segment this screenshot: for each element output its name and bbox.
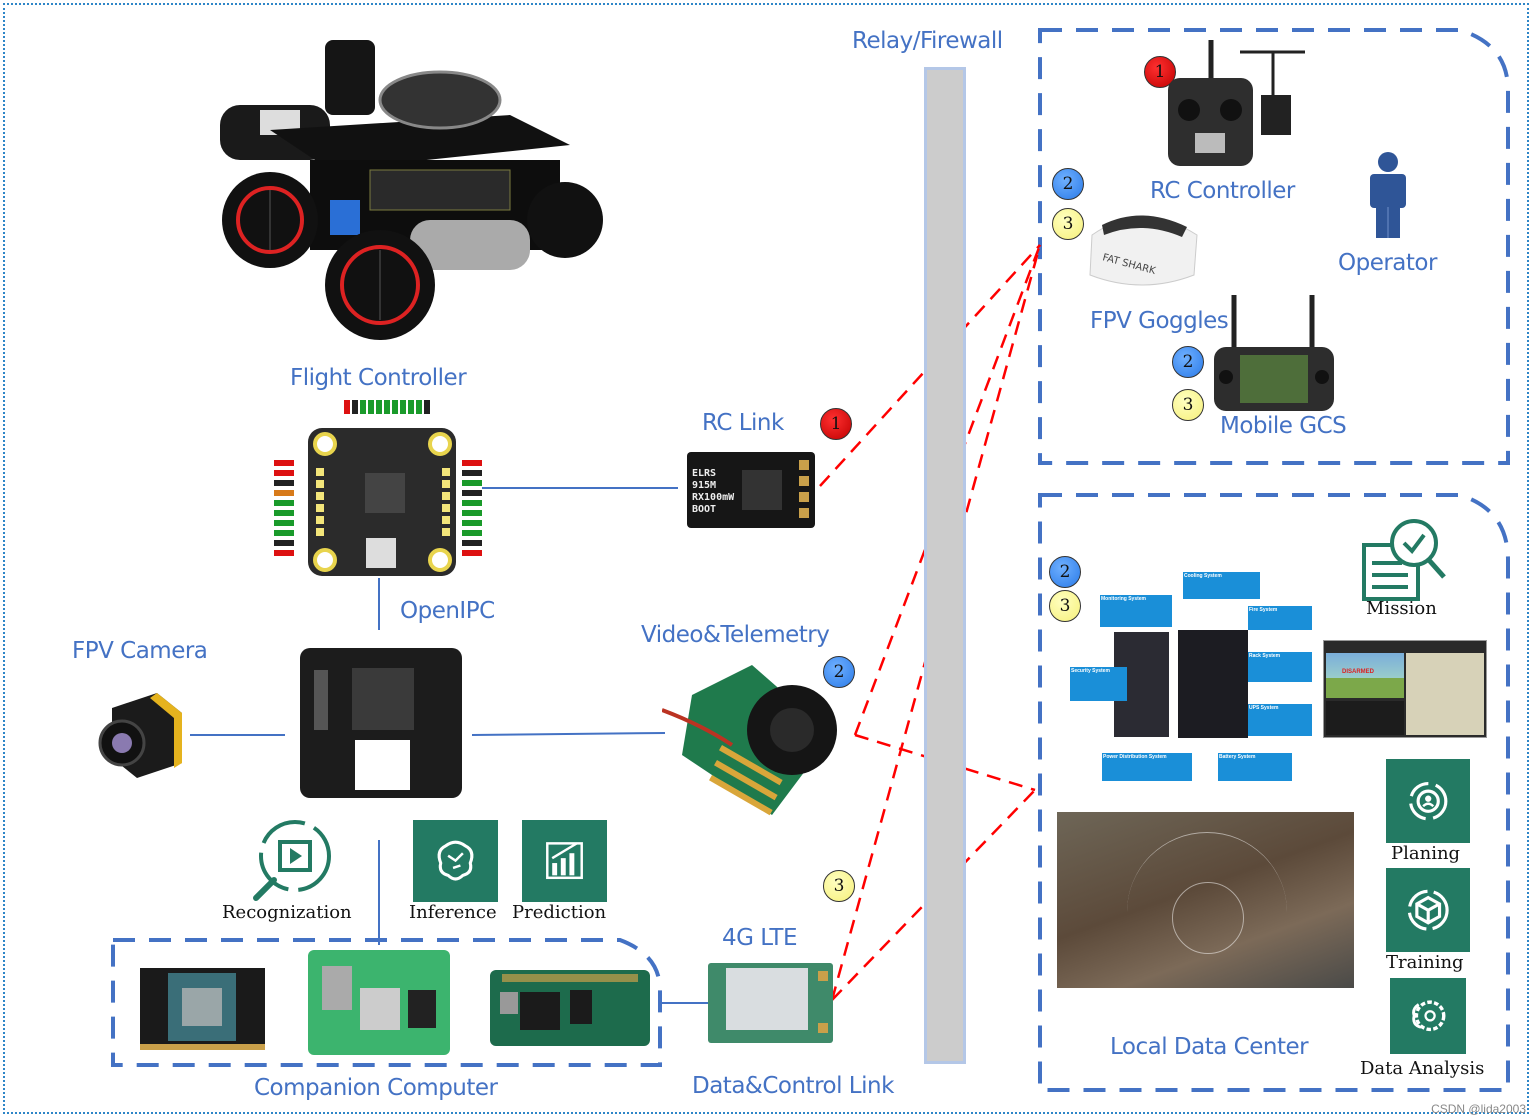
- planning-label: Planing: [1391, 843, 1461, 864]
- video-telemetry-label: Video&Telemetry: [641, 622, 830, 648]
- data-control-link-label: Data&Control Link: [692, 1073, 894, 1099]
- flight-controller-image: [274, 400, 482, 576]
- rack-callout: Fire System: [1248, 606, 1312, 630]
- prediction-label: Prediction: [512, 902, 607, 923]
- inference-label: Inference: [409, 902, 497, 923]
- video-transmitter-image: [662, 665, 837, 816]
- flight-controller-label: Flight Controller: [290, 365, 467, 391]
- rc-controller-image: [1168, 40, 1305, 166]
- rack-callout: Battery System: [1218, 753, 1292, 781]
- rc-module-line: RX100mW: [692, 492, 735, 503]
- fpv-camera-label: FPV Camera: [72, 638, 208, 664]
- relay-firewall-label: Relay/Firewall: [852, 28, 1003, 54]
- raspberry-pi-cm4-image: [308, 950, 450, 1055]
- gcs-status-text: DISARMED: [1342, 669, 1375, 675]
- training-icon: [1386, 868, 1470, 952]
- rack-callout: Monitoring System: [1100, 595, 1172, 627]
- data-analysis-label: Data Analysis: [1360, 1058, 1485, 1079]
- rc-receiver-module: ELRS 915M RX100mW BOOT: [687, 452, 815, 528]
- openipc-label: OpenIPC: [400, 598, 495, 624]
- mobile-gcs-label: Mobile GCS: [1220, 413, 1347, 439]
- mission-label: Mission: [1366, 598, 1437, 619]
- mobile-gcs-image: [1214, 295, 1334, 411]
- companion-computer-label: Companion Computer: [254, 1075, 498, 1101]
- aerial-hud-image: [1057, 812, 1354, 988]
- nvidia-module-image: [140, 968, 265, 1050]
- rack-callout: Cooling System: [1183, 572, 1260, 599]
- gcs-software-screenshot: DISARMED: [1323, 640, 1487, 738]
- relay-firewall-wall: [924, 67, 966, 1064]
- fpv-goggles-image: FAT SHARK: [1089, 215, 1198, 286]
- watermark: CSDN @lida2003: [1431, 1102, 1526, 1116]
- badge-rc-link: 1: [820, 408, 852, 440]
- datacenter-label: Local Data Center: [1110, 1034, 1309, 1060]
- mission-icon: [1362, 519, 1446, 601]
- openipc-board: [300, 648, 462, 798]
- badge-data-link: 3: [823, 870, 855, 902]
- rack-callout: Power Distribution System: [1102, 753, 1192, 781]
- rc-module-line: BOOT: [692, 504, 717, 515]
- fpv-goggles-label: FPV Goggles: [1090, 308, 1229, 334]
- planning-icon: [1386, 759, 1470, 843]
- lte-modem-image: [708, 963, 833, 1043]
- server-rack-diagram: Monitoring System Cooling System Fire Sy…: [1068, 570, 1318, 781]
- inference-icon: [413, 820, 498, 902]
- rc-link-label: RC Link: [702, 410, 784, 436]
- badge-gcs-video: 2: [1172, 346, 1204, 378]
- recognition-icon: [253, 820, 331, 901]
- rack-callout: Rack System: [1248, 652, 1312, 682]
- openipc-to-video-line: [471, 732, 666, 736]
- prediction-icon: [522, 820, 607, 902]
- data-analysis-icon: [1390, 978, 1466, 1054]
- rack-callout: UPS System: [1248, 704, 1312, 736]
- rc-module-line: 915M: [692, 480, 717, 491]
- fpv-camera-image: [98, 693, 182, 778]
- rc-module-line: ELRS: [692, 468, 717, 479]
- training-label: Training: [1386, 952, 1464, 973]
- sbc-board-image: [490, 970, 650, 1046]
- ground-robot-image: [220, 40, 603, 340]
- operator-person-icon: [1370, 152, 1406, 238]
- recognition-label: Recognization: [222, 902, 352, 923]
- badge-goggles-data: 3: [1052, 208, 1084, 240]
- operator-label: Operator: [1338, 250, 1437, 276]
- lte-label: 4G LTE: [722, 925, 798, 951]
- rack-callout: Security System: [1070, 667, 1127, 701]
- badge-gcs-data: 3: [1172, 389, 1204, 421]
- rc-controller-label: RC Controller: [1150, 178, 1295, 204]
- badge-goggles-video: 2: [1052, 168, 1084, 200]
